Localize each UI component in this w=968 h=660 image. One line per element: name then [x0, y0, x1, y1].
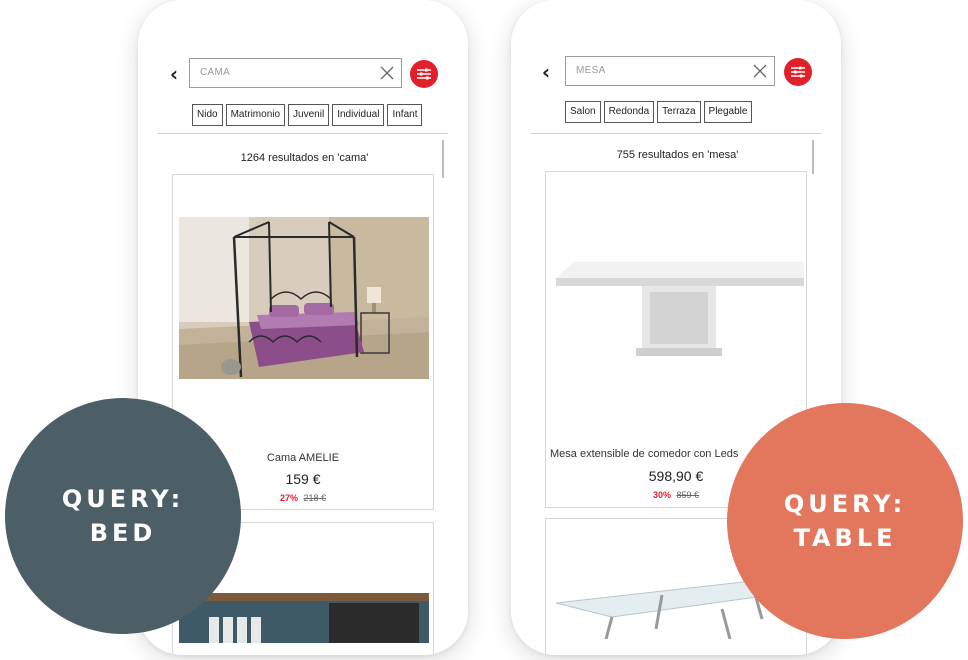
chip-juvenil[interactable]: Juvenil: [288, 104, 330, 126]
query-table-badge: QUERY: TABLE: [727, 403, 963, 639]
discount-percent: 27%: [279, 493, 298, 503]
results-count: 1264 resultados en 'cama': [240, 152, 369, 164]
chip-terraza[interactable]: Terraza: [657, 101, 701, 123]
search-header: ‹ MESA Salon Redonda Terraza Plegable: [511, 0, 841, 135]
close-icon[interactable]: [379, 65, 395, 81]
scrollbar[interactable]: [812, 140, 814, 174]
chip-matrimonio[interactable]: Matrimonio: [225, 104, 286, 126]
chip-salon[interactable]: Salon: [565, 101, 601, 123]
query-bed-badge: QUERY: BED: [5, 398, 241, 634]
back-button[interactable]: ‹: [538, 60, 554, 84]
filter-button[interactable]: [784, 58, 812, 86]
search-header: ‹ CAMA Nido Matrimonio Juvenil Individua: [138, 0, 468, 135]
search-value: MESA: [576, 65, 606, 76]
chevron-left-icon: ‹: [169, 62, 179, 86]
search-value: CAMA: [200, 67, 231, 78]
badge-line-1: QUERY:: [783, 490, 907, 518]
filter-button[interactable]: [410, 60, 438, 88]
header-divider: [531, 133, 821, 134]
chevron-left-icon: ‹: [541, 60, 551, 84]
discount-percent: 30%: [652, 490, 671, 500]
scrollbar[interactable]: [442, 140, 444, 178]
sliders-icon: [417, 68, 431, 80]
badge-line-1: QUERY:: [61, 485, 185, 513]
close-icon[interactable]: [752, 63, 768, 79]
product-image-bed: [179, 217, 429, 379]
sliders-icon: [791, 66, 805, 78]
filter-chips: Salon Redonda Terraza Plegable: [565, 101, 815, 125]
filter-chips: Nido Matrimonio Juvenil Individual Infan…: [192, 104, 442, 128]
product-image-table: [556, 262, 804, 356]
header-divider: [158, 133, 448, 134]
search-input[interactable]: MESA: [565, 56, 775, 86]
chip-plegable[interactable]: Plegable: [703, 101, 753, 123]
chip-infantil[interactable]: Infant: [387, 104, 423, 126]
search-input[interactable]: CAMA: [189, 58, 402, 88]
old-price: 859 €: [676, 490, 700, 500]
badge-line-2: BED: [89, 519, 157, 547]
product-image-bedroom: [179, 593, 429, 643]
old-price: 218 €: [303, 493, 327, 503]
chip-redonda[interactable]: Redonda: [603, 101, 655, 123]
chip-individual[interactable]: Individual: [332, 104, 385, 126]
badge-line-2: TABLE: [793, 524, 897, 552]
results-count: 755 resultados en 'mesa': [616, 149, 739, 161]
back-button[interactable]: ‹: [166, 62, 182, 86]
chip-nido[interactable]: Nido: [192, 104, 223, 126]
